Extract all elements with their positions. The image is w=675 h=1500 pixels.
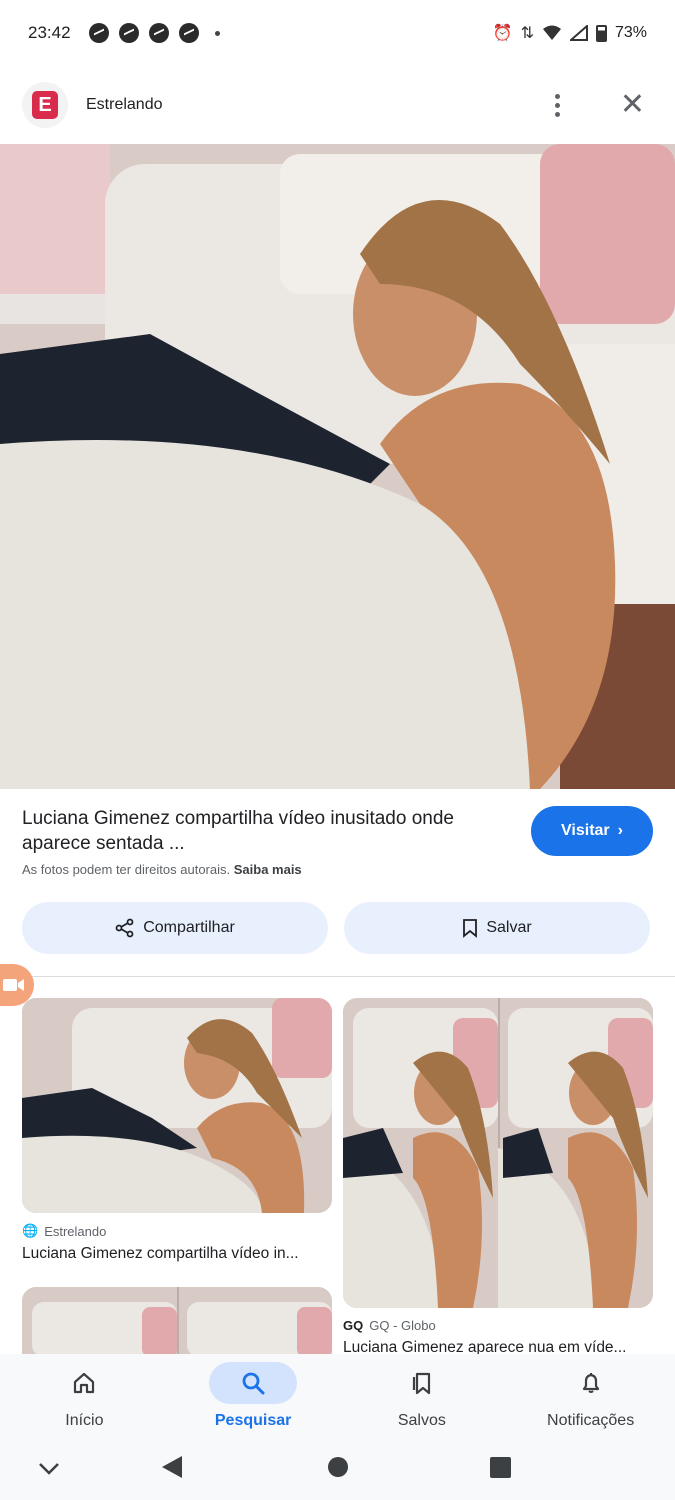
bell-icon bbox=[582, 1373, 599, 1393]
wifi-icon bbox=[542, 25, 561, 40]
related-card[interactable]: GQ GQ - Globo Luciana Gimenez aparece nu… bbox=[343, 998, 653, 1357]
share-label: Compartilhar bbox=[143, 919, 235, 936]
related-thumbnail[interactable] bbox=[22, 998, 332, 1213]
chevron-down-icon[interactable] bbox=[39, 1463, 59, 1475]
bookmark-icon bbox=[463, 919, 478, 938]
related-card[interactable]: 🌐 Estrelando Luciana Gimenez compartilha… bbox=[22, 998, 332, 1263]
visit-label: Visitar bbox=[561, 822, 610, 839]
status-bar: 23:42 ⏰ ⇅ 73% bbox=[0, 0, 675, 66]
nav-search-label: Pesquisar bbox=[214, 1412, 292, 1429]
home-icon bbox=[74, 1372, 95, 1394]
nav-search[interactable]: Pesquisar bbox=[169, 1354, 338, 1444]
nav-home[interactable]: Início bbox=[0, 1354, 169, 1444]
more-options-icon[interactable] bbox=[547, 90, 568, 121]
related-source-name: Estrelando bbox=[44, 1223, 107, 1239]
source-name[interactable]: Estrelando bbox=[86, 96, 163, 114]
data-arrows-icon: ⇅ bbox=[520, 25, 534, 42]
thumbnail-illustration bbox=[343, 998, 653, 1308]
share-button[interactable]: Compartilhar bbox=[22, 902, 328, 954]
search-icon bbox=[242, 1372, 265, 1395]
related-card[interactable] bbox=[22, 1287, 332, 1357]
copyright-note: As fotos podem ter direitos autorais. Sa… bbox=[22, 862, 302, 877]
source-favicon[interactable]: E bbox=[22, 82, 68, 128]
close-icon[interactable]: ✕ bbox=[612, 90, 653, 120]
messenger-icon bbox=[118, 23, 139, 43]
globe-icon: 🌐 bbox=[22, 1223, 39, 1238]
source-header: E Estrelando ✕ bbox=[0, 66, 675, 144]
thumbnail-illustration bbox=[22, 998, 332, 1213]
bookmarks-icon bbox=[412, 1372, 430, 1395]
messenger-icon bbox=[148, 23, 169, 43]
estrelando-logo-icon: E bbox=[32, 91, 58, 119]
nav-home-label: Início bbox=[65, 1412, 104, 1429]
system-navigation-bar bbox=[0, 1444, 675, 1500]
nav-saved-label: Salvos bbox=[397, 1412, 446, 1429]
learn-more-link[interactable]: Saiba mais bbox=[234, 862, 302, 877]
related-source: GQ GQ - Globo bbox=[343, 1318, 653, 1333]
visit-button[interactable]: Visitar › bbox=[531, 806, 653, 856]
gq-logo-icon: GQ bbox=[343, 1318, 364, 1333]
nav-notifications[interactable]: Notificações bbox=[506, 1354, 675, 1444]
nav-saved[interactable]: Salvos bbox=[338, 1354, 507, 1444]
save-label: Salvar bbox=[486, 919, 532, 936]
nav-notifications-label: Notificações bbox=[547, 1412, 635, 1429]
battery-percent: 73% bbox=[614, 24, 647, 41]
chevron-right-icon: › bbox=[617, 822, 623, 839]
related-thumbnail[interactable] bbox=[343, 998, 653, 1308]
save-button[interactable]: Salvar bbox=[344, 902, 650, 954]
signal-icon bbox=[569, 25, 588, 41]
main-image[interactable] bbox=[0, 144, 675, 789]
section-divider bbox=[0, 976, 675, 977]
battery-icon bbox=[595, 24, 607, 42]
recents-icon[interactable] bbox=[490, 1457, 511, 1478]
photo-illustration bbox=[0, 144, 675, 789]
related-thumbnail[interactable] bbox=[22, 1287, 332, 1357]
messenger-icon bbox=[88, 23, 109, 43]
messenger-icon bbox=[178, 23, 199, 43]
video-camera-icon bbox=[3, 979, 24, 991]
more-notifications-icon bbox=[214, 30, 220, 36]
result-title[interactable]: Luciana Gimenez compartilha vídeo inusit… bbox=[22, 806, 492, 856]
related-title[interactable]: Luciana Gimenez compartilha vídeo in... bbox=[22, 1245, 332, 1263]
back-icon[interactable] bbox=[162, 1456, 182, 1478]
alarm-icon: ⏰ bbox=[492, 25, 513, 42]
bottom-navigation: Início Pesquisar Salvos Notificações bbox=[0, 1354, 675, 1444]
related-source-name: GQ - Globo bbox=[369, 1318, 436, 1333]
copyright-text: As fotos podem ter direitos autorais. bbox=[22, 862, 231, 877]
related-source: 🌐 Estrelando bbox=[22, 1223, 332, 1239]
share-icon bbox=[115, 918, 134, 938]
home-button-icon[interactable] bbox=[328, 1457, 348, 1477]
status-time: 23:42 bbox=[28, 23, 71, 42]
thumbnail-illustration bbox=[22, 1287, 332, 1357]
